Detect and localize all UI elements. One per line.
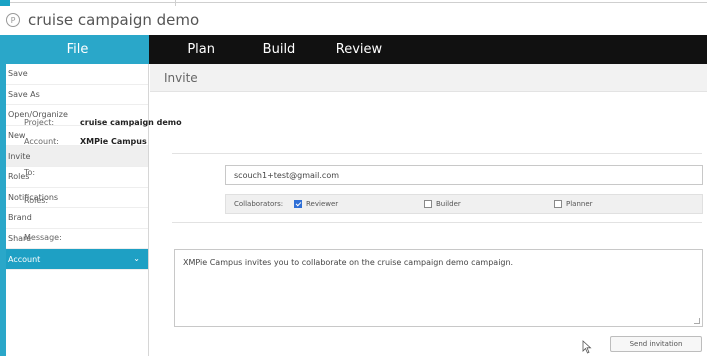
file-sidebar: Save Save As Open/Organize New Invite Ro…	[6, 64, 149, 356]
message-textarea[interactable]: XMPie Campus invites you to collaborate …	[174, 249, 703, 327]
tab-file[interactable]: File	[6, 35, 149, 64]
to-row: To:	[24, 168, 80, 177]
tab-build[interactable]: Build	[229, 35, 329, 64]
resize-handle-icon[interactable]	[694, 318, 700, 324]
message-text: XMPie Campus invites you to collaborate …	[183, 258, 514, 267]
account-row: Account: XMPie Campus	[24, 137, 147, 146]
account-label: Account:	[24, 137, 59, 146]
sidebar-item-brand[interactable]: Brand	[6, 208, 148, 229]
role-planner[interactable]: Planner	[554, 200, 593, 208]
top-border	[0, 0, 707, 6]
to-email-input[interactable]: scouch1+test@gmail.com	[225, 165, 703, 185]
collaborators-label: Collaborators:	[234, 200, 284, 208]
reviewer-checkbox[interactable]	[294, 200, 302, 208]
panel-header: Invite	[150, 64, 707, 92]
project-icon: P	[6, 13, 20, 27]
to-label: To:	[24, 168, 36, 177]
project-row: Project: cruise campaign demo	[24, 118, 182, 127]
message-row: Message:	[24, 233, 80, 242]
title-bar: P cruise campaign demo	[6, 8, 199, 32]
builder-label: Builder	[436, 200, 461, 208]
role-builder[interactable]: Builder	[424, 200, 554, 208]
project-label: Project:	[24, 118, 55, 127]
roles-box: Collaborators: Reviewer Builder Planner	[225, 194, 703, 214]
roles-row: Roles:	[24, 196, 80, 205]
tab-review[interactable]: Review	[329, 35, 389, 64]
message-label: Message:	[24, 233, 62, 242]
sidebar-item-invite[interactable]: Invite	[6, 146, 148, 167]
reviewer-label: Reviewer	[306, 200, 339, 208]
roles-label: Roles:	[24, 196, 49, 205]
main-nav: File Plan Build Review	[6, 35, 707, 64]
sidebar-item-save[interactable]: Save	[6, 64, 148, 85]
chevron-down-icon: ⌄	[133, 254, 140, 264]
sidebar-item-label: Account	[8, 254, 41, 264]
planner-label: Planner	[566, 200, 593, 208]
planner-checkbox[interactable]	[554, 200, 562, 208]
sidebar-item-save-as[interactable]: Save As	[6, 85, 148, 106]
top-rule	[10, 2, 707, 3]
top-tick	[175, 0, 176, 6]
send-invitation-button[interactable]: Send invitation	[610, 336, 702, 352]
top-accent	[0, 0, 10, 6]
role-reviewer[interactable]: Reviewer	[294, 200, 424, 208]
tab-plan[interactable]: Plan	[149, 35, 229, 64]
page-title: cruise campaign demo	[28, 11, 200, 29]
mouse-cursor-icon	[582, 340, 592, 354]
builder-checkbox[interactable]	[424, 200, 432, 208]
divider	[172, 153, 702, 154]
divider	[172, 222, 702, 223]
project-value: cruise campaign demo	[80, 118, 182, 127]
account-value: XMPie Campus	[80, 137, 147, 146]
sidebar-item-account[interactable]: Account ⌄	[6, 249, 148, 270]
